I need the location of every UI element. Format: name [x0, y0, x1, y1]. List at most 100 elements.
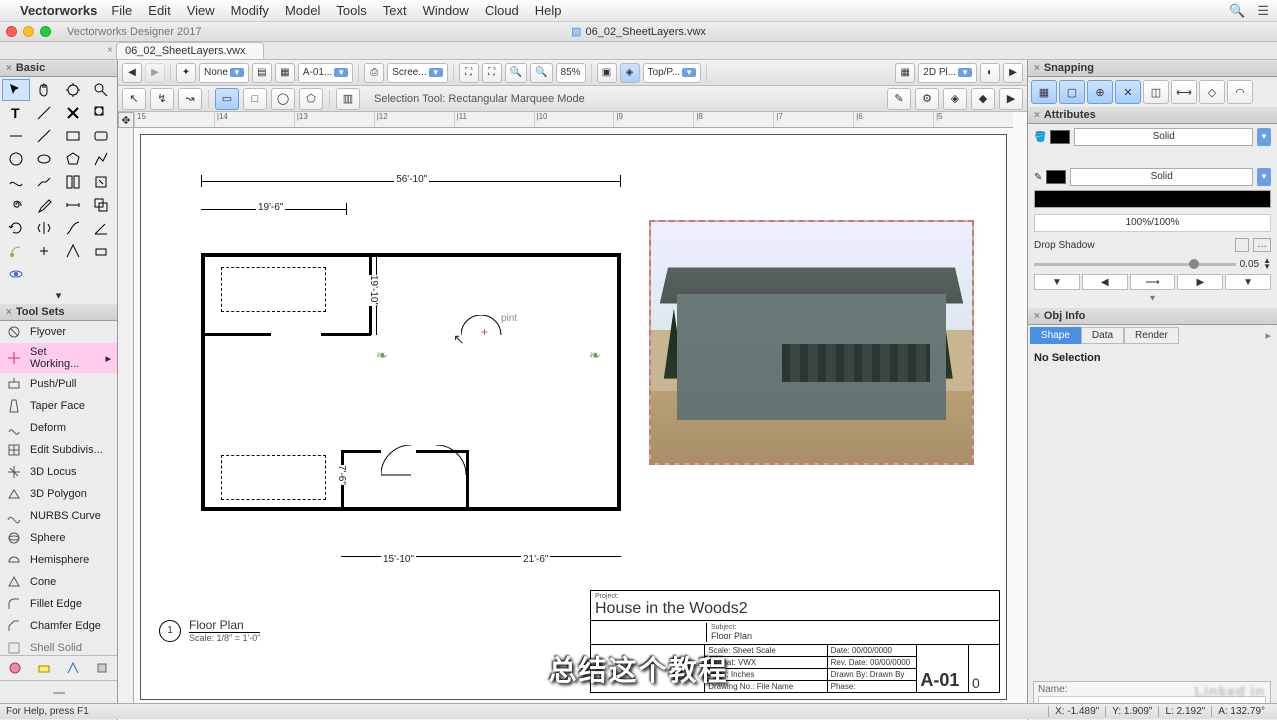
- menu-help[interactable]: Help: [535, 3, 562, 18]
- shadow-slider[interactable]: [1034, 263, 1236, 266]
- palette-close-icon[interactable]: ×: [6, 63, 12, 74]
- dimension-tool[interactable]: [59, 194, 87, 216]
- minimize-window-button[interactable]: [23, 26, 34, 37]
- toolset-hemisphere[interactable]: Hemisphere: [0, 549, 117, 571]
- mode-polygon-icon[interactable]: ⬠: [299, 88, 323, 110]
- cube2-icon[interactable]: ◆: [971, 88, 995, 110]
- palette-close-icon[interactable]: ×: [1034, 110, 1040, 121]
- nav-fwd-button[interactable]: ▶: [145, 63, 165, 83]
- menu-extras-icon[interactable]: ☰: [1257, 3, 1269, 19]
- offset-tool[interactable]: [88, 194, 116, 216]
- zoom-tool[interactable]: [88, 79, 116, 101]
- zoom-in-icon[interactable]: 🔍: [505, 63, 527, 83]
- render-more-icon[interactable]: ◐: [980, 63, 1000, 83]
- arc-tool[interactable]: [31, 125, 59, 147]
- fit-page-icon[interactable]: ⛶: [459, 63, 479, 83]
- plane-select[interactable]: Top/P...▼: [643, 63, 702, 83]
- menu-tools[interactable]: Tools: [336, 3, 366, 18]
- toolset-taperface[interactable]: Taper Face: [0, 395, 117, 417]
- polygon-tool[interactable]: [59, 148, 87, 170]
- menu-file[interactable]: File: [111, 3, 132, 18]
- rounded-rect-tool[interactable]: [88, 125, 116, 147]
- close-window-button[interactable]: [6, 26, 17, 37]
- wall-tool[interactable]: [59, 171, 87, 193]
- toolset-chamferedge[interactable]: Chamfer Edge: [0, 615, 117, 637]
- symbol-tool[interactable]: [2, 240, 30, 262]
- title-block[interactable]: Project: House in the Woods2 Subject: Fl…: [590, 590, 1000, 693]
- visibility-tool[interactable]: [2, 263, 30, 285]
- flyover-icon[interactable]: [59, 79, 87, 101]
- snap-edge-icon[interactable]: ◇: [1199, 80, 1225, 104]
- line-color-swatch[interactable]: [1046, 170, 1066, 184]
- menu-window[interactable]: Window: [423, 3, 469, 18]
- spiral-tool[interactable]: [2, 194, 30, 216]
- fill-bucket-icon[interactable]: 🪣: [1034, 132, 1046, 143]
- unified-view-icon[interactable]: ▣: [597, 63, 617, 83]
- render-box-icon[interactable]: ▦: [895, 63, 915, 83]
- fit-objects-icon[interactable]: ⛶: [482, 63, 502, 83]
- mode-wall-icon[interactable]: ▥: [336, 88, 360, 110]
- palette-close-icon[interactable]: ×: [6, 307, 12, 318]
- line-mode-select[interactable]: Solid: [1070, 168, 1253, 186]
- line-tool-diag[interactable]: [31, 102, 59, 124]
- ruler-origin-icon[interactable]: ✥: [118, 112, 134, 128]
- menu-edit[interactable]: Edit: [148, 3, 170, 18]
- snap-tangent-icon[interactable]: ◠: [1227, 80, 1253, 104]
- snap-intersect-icon[interactable]: ✕: [1115, 80, 1141, 104]
- menu-view[interactable]: View: [187, 3, 215, 18]
- clip-tool[interactable]: [88, 171, 116, 193]
- mode-freehand-icon[interactable]: ◯: [271, 88, 295, 110]
- menu-cloud[interactable]: Cloud: [485, 3, 519, 18]
- overflow-icon[interactable]: ▶: [999, 88, 1023, 110]
- objinfo-scroll-icon[interactable]: ▸: [1261, 327, 1275, 344]
- freehand-tool[interactable]: [2, 171, 30, 193]
- pen-icon[interactable]: ✎: [1034, 172, 1042, 183]
- text-tool[interactable]: T: [2, 102, 30, 124]
- snap-angle-icon[interactable]: ⊕: [1087, 80, 1113, 104]
- marker-end-select[interactable]: ▼: [1225, 274, 1271, 290]
- toolset-sphere[interactable]: Sphere: [0, 527, 117, 549]
- spotlight-icon[interactable]: 🔍: [1229, 3, 1245, 19]
- toolset-mode-2[interactable]: [31, 658, 58, 678]
- mode-lasso-icon[interactable]: ↯: [150, 88, 174, 110]
- delete-tool[interactable]: [59, 102, 87, 124]
- toolset-editsubd[interactable]: Edit Subdivis...: [0, 439, 117, 461]
- saved-view-icon[interactable]: ⎙: [364, 63, 384, 83]
- mode-rect-icon[interactable]: □: [243, 88, 267, 110]
- mirror-tool[interactable]: [31, 217, 59, 239]
- toolset-mode-5[interactable]: [2, 683, 115, 703]
- objinfo-tab-shape[interactable]: Shape: [1030, 327, 1081, 344]
- class-select[interactable]: None▼: [199, 63, 249, 83]
- toolset-cone[interactable]: Cone: [0, 571, 117, 593]
- double-line-tool[interactable]: [31, 171, 59, 193]
- toolset-mode-4[interactable]: [88, 658, 115, 678]
- zoom-out-icon[interactable]: 🔍: [530, 63, 552, 83]
- marker-end-preview[interactable]: ▶: [1177, 274, 1223, 290]
- layer-options-icon[interactable]: ▤: [252, 63, 272, 83]
- toolset-pushpull[interactable]: Push/Pull: [0, 373, 117, 395]
- render-select[interactable]: 2D Pl...▼: [918, 63, 977, 83]
- sheet-layer-icon[interactable]: ▦: [275, 63, 295, 83]
- line-dropdown[interactable]: ▼: [1257, 168, 1271, 186]
- oval-tool[interactable]: [31, 148, 59, 170]
- floor-plan-viewport[interactable]: 56'-10" 19'-6": [201, 175, 621, 535]
- menu-text[interactable]: Text: [383, 3, 407, 18]
- toolset-3dlocus[interactable]: 3D Locus: [0, 461, 117, 483]
- nav-back-button[interactable]: ◀: [122, 63, 142, 83]
- selection-tool[interactable]: [2, 79, 30, 101]
- snap-object-icon[interactable]: ▢: [1059, 80, 1085, 104]
- mode-single-icon[interactable]: ↖: [122, 88, 146, 110]
- shadow-options[interactable]: …: [1253, 238, 1271, 252]
- misc-tool[interactable]: [88, 240, 116, 262]
- pan-tool[interactable]: [31, 79, 59, 101]
- menu-model[interactable]: Model: [285, 3, 320, 18]
- rectangle-tool[interactable]: [59, 125, 87, 147]
- overflow-right-icon[interactable]: ▶: [1003, 63, 1023, 83]
- menu-modify[interactable]: Modify: [231, 3, 269, 18]
- toolset-nurbscurve[interactable]: NURBS Curve: [0, 505, 117, 527]
- marker-link[interactable]: ⟶: [1130, 274, 1176, 290]
- app-name[interactable]: Vectorworks: [20, 3, 97, 18]
- fill-dropdown[interactable]: ▼: [1257, 128, 1271, 146]
- attribute-tool[interactable]: [59, 240, 87, 262]
- objinfo-tab-data[interactable]: Data: [1081, 327, 1124, 344]
